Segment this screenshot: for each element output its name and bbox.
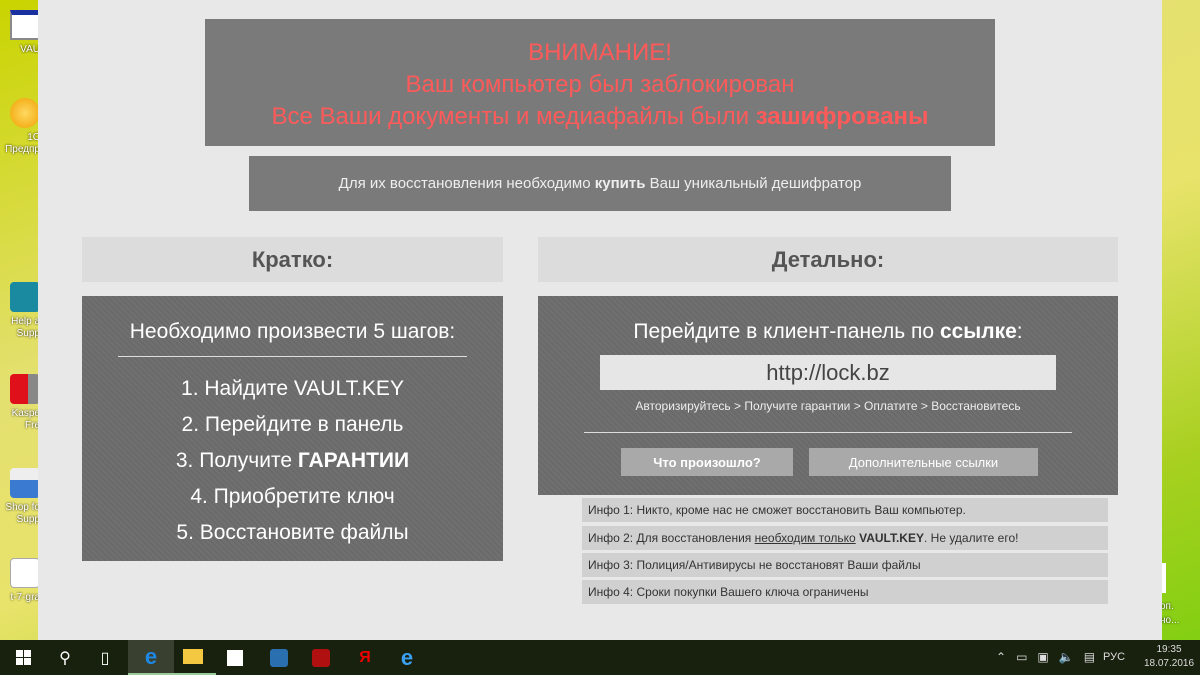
help-icon (10, 282, 40, 312)
edge-icon[interactable]: e (128, 640, 174, 675)
step-2: 2. Перейдите в панель (181, 413, 404, 436)
battery-icon[interactable]: ▭ (1016, 650, 1027, 664)
summary-panel: Необходимо произвести 5 шагов: 1. Найдит… (82, 296, 503, 561)
icon-label: Supp (16, 514, 40, 525)
divider (584, 432, 1072, 433)
notifications-icon[interactable]: ▤ (1084, 650, 1095, 664)
icon-label: Предпр (5, 144, 40, 155)
task-view-icon[interactable]: ▯ (82, 640, 128, 675)
details-heading: Детально: (538, 237, 1118, 282)
volume-icon[interactable]: 🔈 (1059, 650, 1074, 664)
kaspersky-icon (10, 374, 40, 404)
step-3: 3. Получите ГАРАНТИИ (175, 449, 410, 472)
start-button[interactable] (0, 640, 46, 675)
clock[interactable]: 19:35 18.07.2016 (1138, 643, 1200, 671)
process-steps: Авторизируйтесь > Получите гарантии > Оп… (635, 399, 1021, 413)
info-1: Инфо 1: Никто, кроме нас не сможет восст… (582, 498, 1108, 522)
desktop-icon-kaspersky[interactable]: Kaspe Fre (0, 374, 40, 432)
chevron-up-icon[interactable]: ⌃ (996, 650, 1006, 664)
icon-label: Help a (11, 316, 40, 327)
icon-label: Kaspe (11, 408, 40, 419)
info-2: Инфо 2: Для восстановления необходим тол… (582, 526, 1108, 550)
info-3: Инфо 3: Полиция/Антивирусы не восстановя… (582, 553, 1108, 577)
url-field[interactable]: http://lock.bz (600, 355, 1056, 390)
alert-line: Ваш компьютер был заблокирован (405, 71, 795, 98)
desktop-icon-shop[interactable]: Shop fo Supp (0, 468, 40, 526)
details-intro: Перейдите в клиент-панель по ссылке: (633, 320, 1023, 343)
additional-links-button[interactable]: Дополнительные ссылки (809, 448, 1038, 476)
what-happened-button[interactable]: Что произошло? (621, 448, 793, 476)
internet-explorer-icon[interactable]: e (384, 640, 430, 675)
window-icon (10, 10, 40, 40)
decryptor-notice: Для их восстановления необходимо купить … (249, 156, 951, 211)
1c-icon (10, 98, 40, 128)
language-indicator[interactable]: РУС (1103, 651, 1125, 663)
step-5: 5. Восстановите файлы (176, 521, 409, 544)
steps-intro: Необходимо произвести 5 шагов: (129, 320, 456, 343)
alert-banner: ВНИМАНИЕ! Ваш компьютер был заблокирован… (205, 19, 995, 146)
info-4: Инфо 4: Сроки покупки Вашего ключа огран… (582, 580, 1108, 604)
word-doc-icon (10, 558, 40, 588)
alert-line: Все Ваши документы и медиафайлы были заш… (271, 103, 929, 130)
step-1: 1. Найдите VAULT.KEY (181, 377, 404, 400)
file-explorer-icon[interactable] (170, 640, 216, 675)
alert-title: ВНИМАНИЕ! (528, 39, 672, 66)
printer-icon (10, 468, 40, 498)
store-icon[interactable] (212, 640, 258, 675)
desktop-icon-vault[interactable]: VAU (0, 10, 40, 56)
app-settings-icon[interactable] (256, 640, 302, 675)
desktop-icon-word-doc[interactable]: t-7-gra (0, 558, 40, 604)
step-4: 4. Приобретите ключ (190, 485, 395, 508)
yandex-icon[interactable]: Я (342, 640, 388, 675)
network-icon[interactable]: ▣ (1037, 650, 1048, 664)
system-tray: ⌃ ▭ ▣ 🔈 ▤ (996, 650, 1095, 664)
icon-label: Shop fo (5, 502, 40, 513)
desktop-right-label: оп. но... (1160, 601, 1180, 626)
power-app-icon[interactable] (298, 640, 344, 675)
summary-heading: Кратко: (82, 237, 503, 282)
divider (118, 356, 467, 357)
icon-label: Supp (16, 328, 40, 339)
desktop-icon-help[interactable]: Help a Supp (0, 282, 40, 340)
desktop-icon-1c[interactable]: 1С Предпр (0, 98, 40, 156)
icon-label: t-7-gra (10, 592, 40, 603)
